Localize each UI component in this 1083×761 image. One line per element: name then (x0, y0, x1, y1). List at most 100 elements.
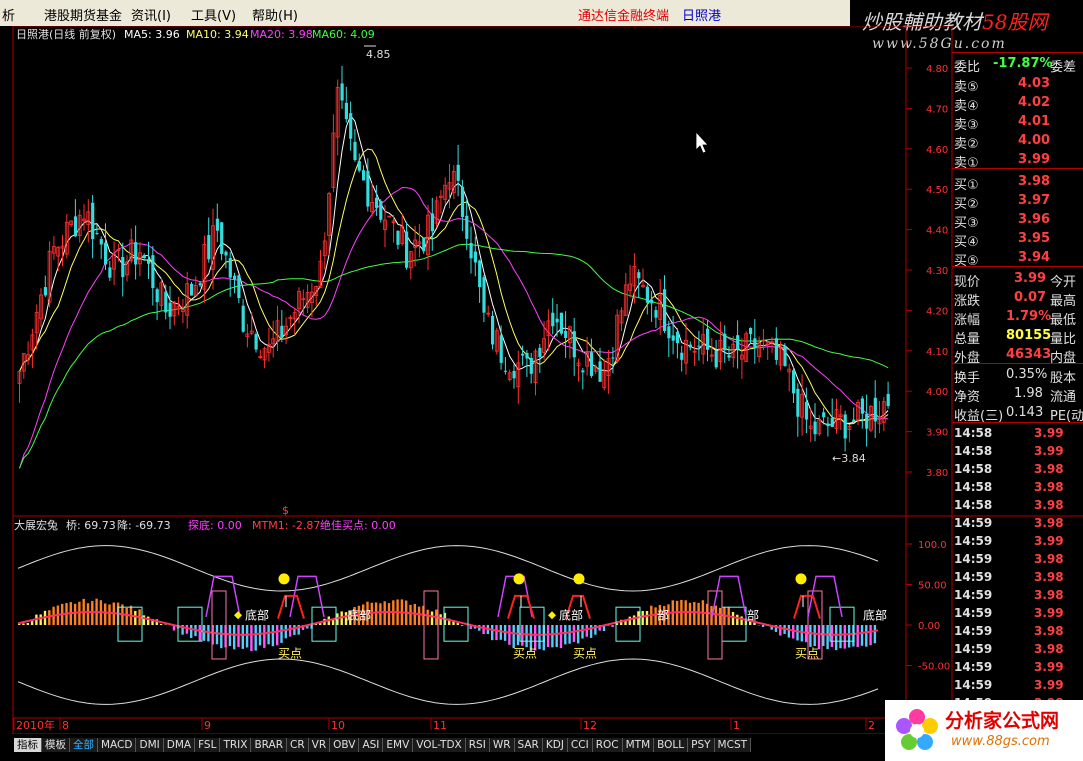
candle-body (774, 338, 778, 360)
candle-body (865, 413, 869, 429)
bottom-label: 底部 (245, 607, 269, 622)
dollar-mark: $ (282, 504, 289, 517)
menu-item-cut[interactable]: 析 (2, 5, 15, 24)
candle-body (280, 325, 284, 337)
tab-trix[interactable]: TRIX (220, 738, 252, 752)
histogram-bar (263, 625, 266, 648)
indicator-axis: 100.0 50.00 0.00 -50.00 (906, 540, 950, 673)
menu-item-info[interactable]: 资讯(I) (131, 5, 171, 24)
tab-dmi[interactable]: DMI (136, 738, 164, 752)
histogram-bar (865, 625, 868, 647)
tab-指标[interactable]: 指标 (14, 738, 42, 752)
candle-body (572, 331, 576, 358)
buy-level-label: 买② (954, 197, 979, 212)
tick-price: 3.98 (1034, 552, 1064, 566)
weibi-label: 委比 (954, 60, 981, 75)
histogram-bar (482, 625, 485, 635)
tab-psy[interactable]: PSY (688, 738, 715, 752)
tick-time: 14:58 (954, 426, 993, 440)
candlesticks (17, 65, 890, 452)
buy-level-price: 3.95 (1018, 231, 1051, 246)
candle-body (164, 291, 168, 313)
signal-box-pink (211, 590, 227, 660)
tab-emv[interactable]: EMV (383, 738, 414, 752)
tab-roc[interactable]: ROC (592, 738, 623, 752)
price-axis: 4.80 4.70 4.60 4.50 4.40 4.30 4.20 4.10 4.00 3.90… (906, 64, 948, 479)
candle-body (873, 397, 877, 422)
histogram-bar (830, 625, 834, 648)
histogram-bar (439, 614, 442, 625)
histogram-bar (198, 625, 201, 641)
tab-brar[interactable]: BRAR (251, 738, 287, 752)
tab-全部[interactable]: 全部 (70, 738, 98, 752)
tick-time: 14:58 (954, 462, 993, 476)
tab-wr[interactable]: WR (489, 738, 515, 752)
histogram-bar (796, 625, 799, 641)
sell-level-price: 3.99 (1018, 152, 1051, 167)
low-label: ←3.84 (832, 452, 866, 465)
candle-body (671, 335, 675, 341)
tab-mtm[interactable]: MTM (622, 738, 655, 752)
stat-value: 3.99 (1014, 271, 1047, 286)
tab-cci[interactable]: CCI (567, 738, 593, 752)
histogram-bar (280, 625, 283, 643)
buy-point-label: 买点 (795, 646, 819, 660)
stat-right-label: 最高 (1050, 294, 1077, 309)
bottom-label: 底部 (347, 607, 371, 622)
logo-url: www.88gs.com (951, 734, 1050, 749)
tick-price: 3.98 (1034, 624, 1064, 638)
ind-mtm: MTM1: -2.87 (252, 519, 320, 532)
menu-item-help[interactable]: 帮助(H) (252, 5, 298, 24)
candle-body (680, 352, 684, 360)
tab-dma[interactable]: DMA (163, 738, 196, 752)
histogram-bar (869, 625, 872, 646)
buy-point-label: 买点 (573, 646, 597, 660)
buy-dot (513, 573, 525, 585)
tab-cr[interactable]: CR (287, 738, 309, 752)
histogram-bar (645, 611, 649, 625)
histogram-bar (585, 625, 588, 637)
signal-box (829, 606, 855, 642)
candle-body (852, 419, 856, 423)
menu-item-tools[interactable]: 工具(V) (191, 5, 236, 24)
tab-asi[interactable]: ASI (359, 738, 384, 752)
sell-level-price: 4.00 (1018, 133, 1051, 148)
histogram-bar (104, 603, 107, 625)
candle-body (73, 216, 78, 237)
tab-mcst[interactable]: MCST (714, 738, 752, 752)
histogram-bar (525, 625, 528, 648)
panel-separator (952, 422, 1083, 423)
stat-value: 1.79% (1006, 309, 1052, 324)
histogram-bar (142, 615, 146, 625)
candle-body (108, 267, 112, 278)
tab-vol-tdx[interactable]: VOL-TDX (413, 738, 466, 752)
candle-body (813, 421, 817, 435)
tick-time: 14:59 (954, 624, 993, 638)
tab-boll[interactable]: BOLL (654, 738, 689, 752)
buy-level-price: 3.97 (1018, 193, 1051, 208)
tab-rsi[interactable]: RSI (465, 738, 490, 752)
histogram-bar (215, 625, 219, 645)
tab-obv[interactable]: OBV (330, 738, 360, 752)
ind-tandi: 探底: 0.00 (188, 518, 242, 532)
menu-item-hk-futures[interactable]: 港股期货基金 (44, 5, 122, 24)
histogram-bar (48, 610, 51, 625)
histogram-bar (546, 625, 550, 648)
tab-sar[interactable]: SAR (514, 738, 543, 752)
ind-juejia: 绝佳买点: 0.00 (320, 518, 396, 532)
stat-value: 0.07 (1014, 290, 1047, 305)
tick-price: 3.99 (1034, 426, 1064, 440)
tab-macd[interactable]: MACD (98, 738, 137, 752)
price-tick-label: 4.30 (926, 266, 948, 277)
tab-fsl[interactable]: FSL (195, 738, 221, 752)
histogram-bar (379, 603, 382, 625)
stat-label: 涨幅 (954, 313, 981, 328)
candle-body (220, 222, 224, 255)
bottom-label: 底部 (863, 607, 887, 622)
price-tick-label: 4.60 (926, 145, 948, 156)
tab-vr[interactable]: VR (308, 738, 331, 752)
tab-kdj[interactable]: KDJ (542, 738, 568, 752)
tab-模板[interactable]: 模板 (42, 738, 70, 752)
tick-time: 14:58 (954, 480, 993, 494)
analyst-logo: 分析家公式网 www.88gs.com (885, 700, 1083, 761)
